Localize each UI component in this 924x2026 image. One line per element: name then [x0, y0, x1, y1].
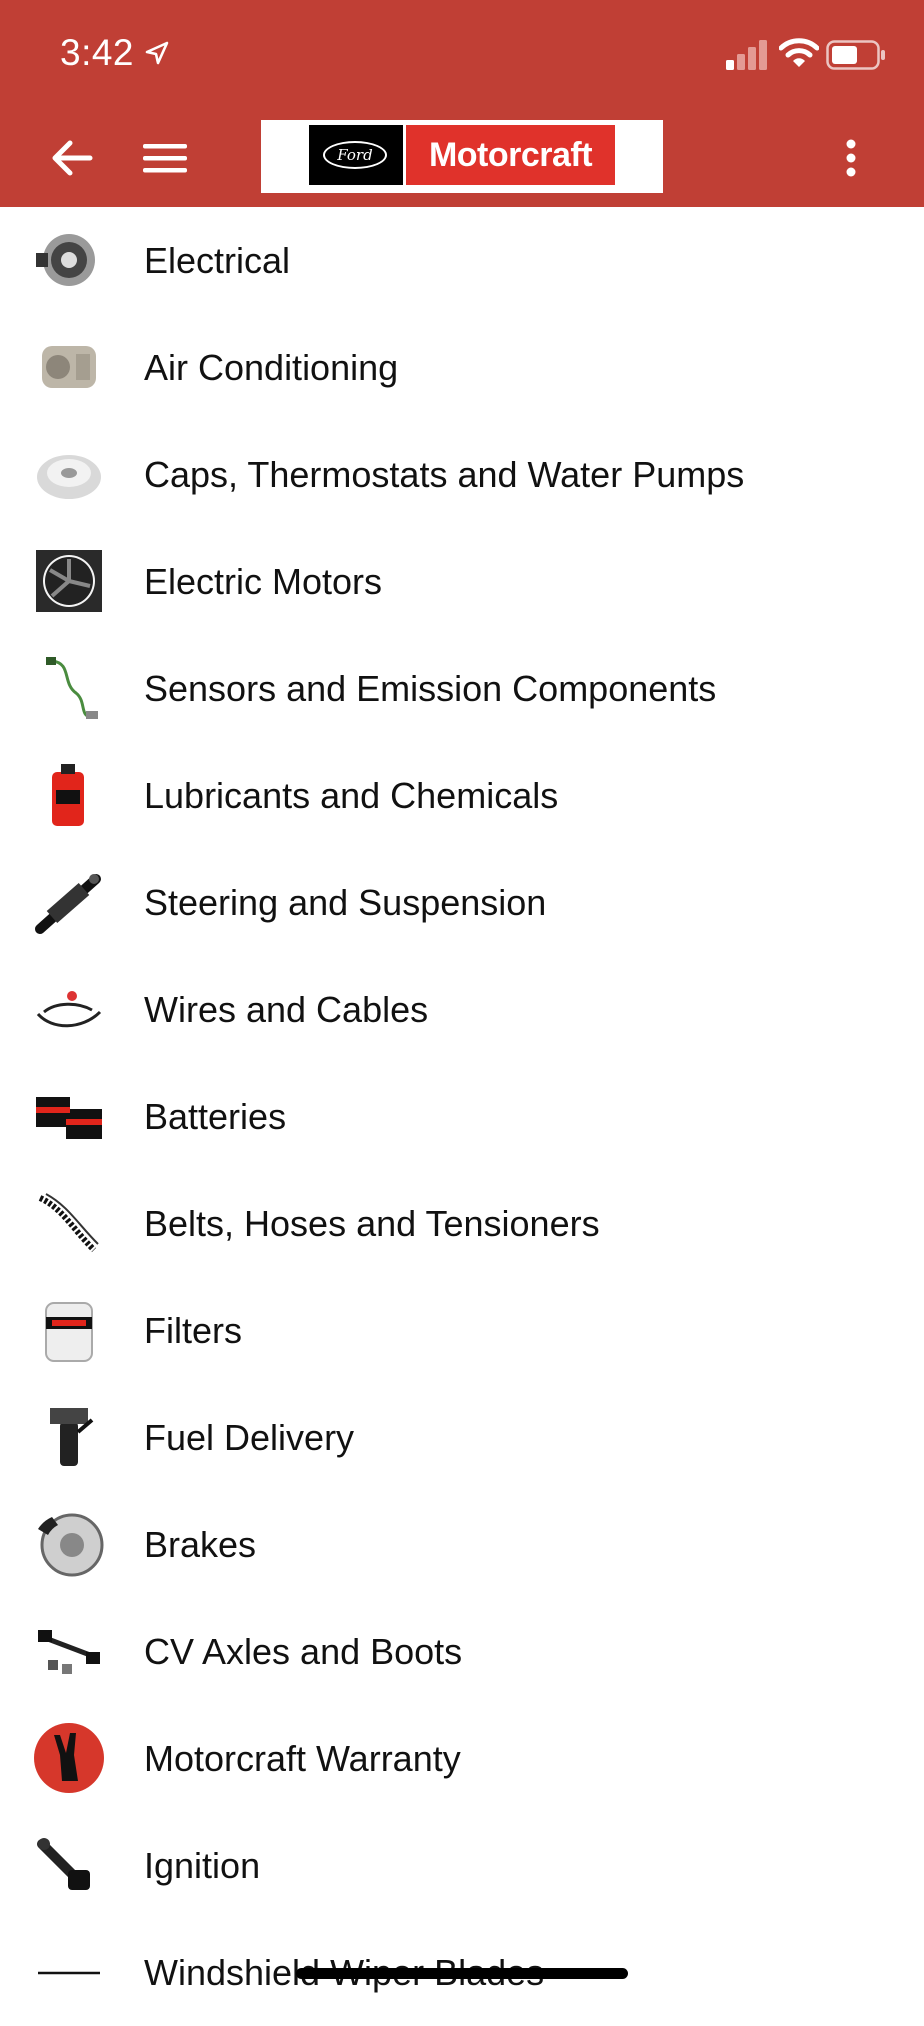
back-arrow-icon[interactable]: [46, 132, 98, 184]
category-item[interactable]: Electric Motors: [0, 528, 924, 635]
category-item[interactable]: Filters: [0, 1277, 924, 1384]
category-item[interactable]: Fuel Delivery: [0, 1384, 924, 1491]
toolbar: Ford Motorcraft: [0, 110, 924, 207]
cooling-fan-icon: [36, 550, 102, 612]
category-item[interactable]: Motorcraft Warranty: [0, 1705, 924, 1812]
category-label: Motorcraft Warranty: [144, 1738, 461, 1779]
category-label: Filters: [144, 1310, 242, 1351]
fuel-pump-icon: [50, 1408, 94, 1466]
category-label: Electrical: [144, 240, 291, 281]
category-label: Ignition: [144, 1845, 261, 1886]
oil-filter-icon: [45, 1302, 93, 1362]
category-label: Belts, Hoses and Tensioners: [144, 1203, 600, 1244]
ford-logo: Ford: [309, 125, 403, 185]
category-label: Sensors and Emission Components: [144, 668, 717, 709]
battery-pack-icon: [36, 1097, 102, 1139]
status-time: 3:42: [60, 32, 135, 73]
hamburger-menu-icon[interactable]: [138, 132, 192, 184]
app-bar: 3:42 Ford Motorcraft: [0, 0, 924, 207]
category-label: Lubricants and Chemicals: [144, 775, 559, 816]
home-indicator: [296, 1968, 628, 1979]
status-bar: 3:42: [0, 0, 924, 110]
category-item[interactable]: Air Conditioning: [0, 314, 924, 421]
warranty-badge-icon: [34, 1723, 104, 1793]
category-item[interactable]: Wires and Cables: [0, 956, 924, 1063]
alternator-icon: [36, 234, 95, 286]
category-label: Brakes: [144, 1524, 257, 1565]
category-label: CV Axles and Boots: [144, 1631, 463, 1672]
category-label: Wires and Cables: [144, 989, 429, 1030]
brake-rotor-icon: [38, 1513, 104, 1577]
oxygen-sensor-icon: [46, 657, 98, 719]
category-item[interactable]: Brakes: [0, 1491, 924, 1598]
category-label: Batteries: [144, 1096, 287, 1137]
wiper-blade-icon: [38, 1971, 100, 1975]
category-item[interactable]: Caps, Thermostats and Water Pumps: [0, 421, 924, 528]
motorcraft-wordmark: Motorcraft: [406, 125, 615, 185]
category-label: Steering and Suspension: [144, 882, 547, 923]
category-item[interactable]: Steering and Suspension: [0, 849, 924, 956]
category-item[interactable]: Belts, Hoses and Tensioners: [0, 1170, 924, 1277]
signal-icon: [726, 40, 767, 70]
ac-compressor-icon: [42, 346, 96, 388]
category-item[interactable]: Ignition: [0, 1812, 924, 1919]
ford-motorcraft-logo: Ford Motorcraft: [261, 120, 663, 193]
category-list: Electrical Air Conditioning Caps, Thermost…: [0, 207, 924, 2026]
location-arrow-icon: [145, 41, 169, 65]
category-item[interactable]: Batteries: [0, 1063, 924, 1170]
ignition-coil-icon: [37, 1838, 90, 1890]
radiator-cap-icon: [37, 455, 101, 499]
cv-axle-icon: [38, 1630, 100, 1674]
battery-icon: [826, 40, 885, 70]
category-item[interactable]: Lubricants and Chemicals: [0, 742, 924, 849]
category-item[interactable]: Electrical: [0, 207, 924, 314]
wifi-icon: [779, 38, 819, 67]
oil-bottle-icon: [52, 764, 84, 826]
strut-icon: [35, 874, 101, 934]
category-label: Fuel Delivery: [144, 1417, 355, 1458]
category-label: Caps, Thermostats and Water Pumps: [144, 454, 745, 495]
category-item[interactable]: Sensors and Emission Components: [0, 635, 924, 742]
wire-harness-icon: [36, 991, 102, 1028]
category-item[interactable]: CV Axles and Boots: [0, 1598, 924, 1705]
serpentine-belt-icon: [38, 1193, 99, 1253]
more-vertical-icon[interactable]: [836, 132, 866, 184]
category-label: Electric Motors: [144, 561, 383, 602]
ford-oval: Ford: [323, 141, 387, 169]
category-label: Air Conditioning: [144, 347, 399, 388]
